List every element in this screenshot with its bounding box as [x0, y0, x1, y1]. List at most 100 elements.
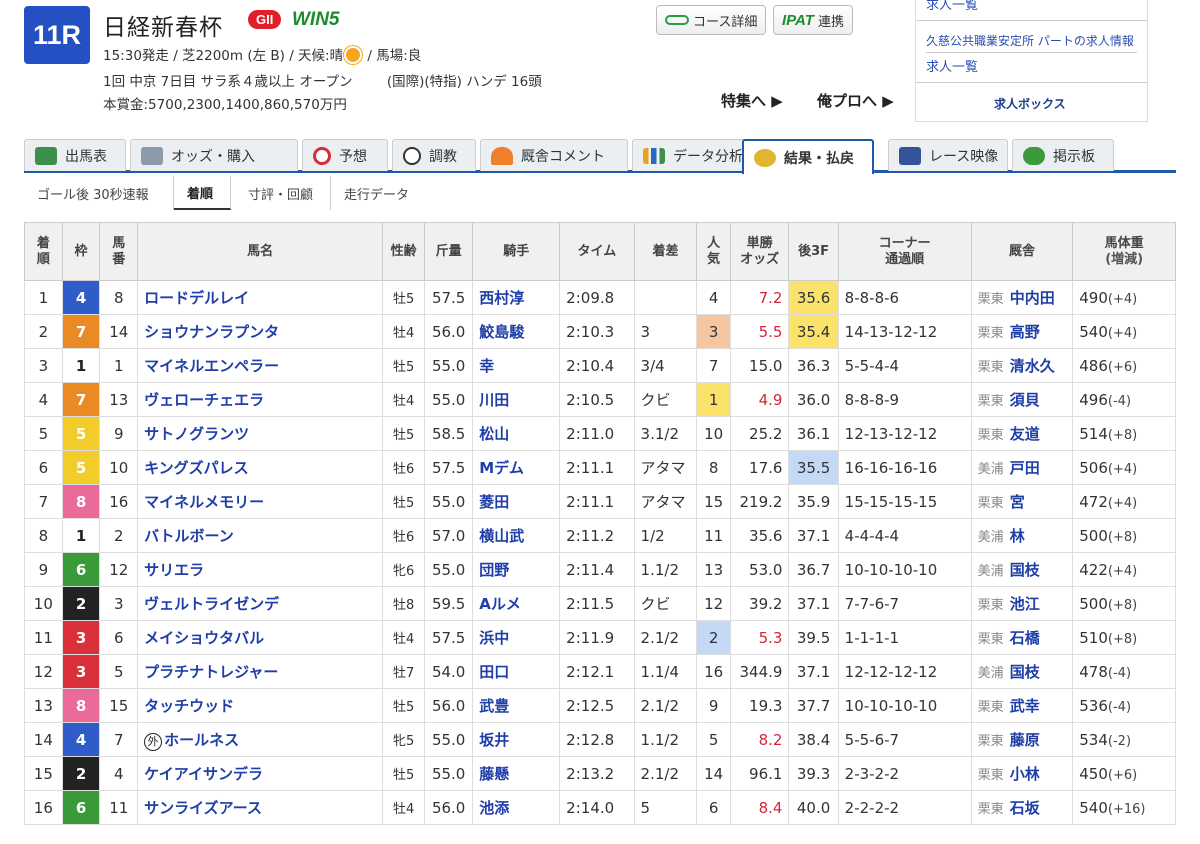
race-header: 11R 日経新春杯 GII WIN5 15:30発走 / 芝2200m (左 B…	[0, 0, 1200, 136]
jockey-link[interactable]: 池添	[479, 799, 509, 817]
subtab-finish-order[interactable]: 着順	[174, 176, 231, 210]
header-corner[interactable]: コーナー 通過順	[837, 222, 972, 281]
horse-number-cell: 6	[99, 620, 139, 655]
body-weight-cell: 510(+8)	[1072, 620, 1176, 655]
trainer-link[interactable]: 戸田	[1010, 459, 1040, 477]
horse-name-link[interactable]: ヴェルトライゼンデ	[144, 595, 279, 613]
tab-race-video[interactable]: レース映像	[888, 139, 1008, 171]
horse-name-link[interactable]: ホールネス	[164, 731, 239, 749]
ad-list-link-top[interactable]: 求人一覧	[926, 0, 978, 13]
header-num[interactable]: 馬番	[99, 222, 139, 281]
header-sex-age[interactable]: 性齢	[382, 222, 426, 281]
horse-name-link[interactable]: マイネルエンペラー	[144, 357, 279, 375]
trainer-link[interactable]: 武幸	[1010, 697, 1040, 715]
course-detail-button[interactable]: コース詳細	[656, 5, 767, 35]
horse-name-link[interactable]: ロードデルレイ	[144, 289, 249, 307]
trainer-link[interactable]: 友道	[1010, 425, 1040, 443]
jockey-link[interactable]: 菱田	[479, 493, 509, 511]
header-odds[interactable]: 単勝 オッズ	[729, 222, 790, 281]
body-weight-diff: (+8)	[1107, 529, 1138, 545]
horse-name-link[interactable]: サンライズアース	[144, 799, 262, 817]
horse-name-link[interactable]: タッチウッド	[144, 697, 234, 715]
trainer-link[interactable]: 高野	[1010, 323, 1040, 341]
horse-name-link[interactable]: ヴェローチェエラ	[144, 391, 264, 409]
trainer-link[interactable]: 須貝	[1010, 391, 1040, 409]
trainer-link[interactable]: 石橋	[1010, 629, 1040, 647]
jockey-link[interactable]: 川田	[479, 391, 509, 409]
jockey-link[interactable]: 団野	[479, 561, 509, 579]
tab-prediction[interactable]: 予想	[302, 139, 388, 171]
horse-name-link[interactable]: キングズパレス	[144, 459, 249, 477]
header-rank[interactable]: 着順	[24, 222, 63, 281]
trainer-link[interactable]: 池江	[1010, 595, 1040, 613]
ad-title-link[interactable]: 久慈公共職業安定所 パートの求人情報	[926, 32, 1134, 49]
jockey-link[interactable]: Aルメ	[479, 595, 521, 613]
horse-name-link[interactable]: プラチナトレジャー	[144, 663, 278, 681]
job-box-logo[interactable]: 求人ボックス	[994, 95, 1066, 112]
jockey-link[interactable]: 田口	[479, 663, 509, 681]
trainer-link[interactable]: 小林	[1010, 765, 1040, 783]
tab-odds-purchase[interactable]: オッズ・購入	[130, 139, 298, 171]
horse-name-link[interactable]: マイネルメモリー	[144, 493, 264, 511]
trainer-link[interactable]: 藤原	[1010, 731, 1040, 749]
pro-link[interactable]: 俺プロへ ▶	[817, 90, 894, 111]
win5-logo[interactable]: WIN5	[292, 9, 340, 31]
header-jockey[interactable]: 騎手	[472, 222, 561, 281]
trainer-link[interactable]: 宮	[1010, 493, 1025, 511]
tab-stable-comment[interactable]: 厩舎コメント	[480, 139, 628, 171]
horse-name-link[interactable]: サリエラ	[144, 561, 204, 579]
jockey-link[interactable]: 藤懸	[479, 765, 509, 783]
subtab-quick[interactable]: ゴール後 30秒速報	[24, 176, 174, 210]
jockey-link[interactable]: Mデム	[479, 459, 524, 477]
jockey-link[interactable]: 横山武	[479, 527, 524, 545]
trainer-link[interactable]: 石坂	[1010, 799, 1040, 817]
header-margin[interactable]: 着差	[633, 222, 698, 281]
trainer-link[interactable]: 清水久	[1010, 357, 1055, 375]
tab-results-payout[interactable]: 結果・払戻	[742, 139, 874, 174]
tab-entries[interactable]: 出馬表	[24, 139, 126, 171]
last3f-cell: 36.0	[788, 382, 839, 417]
ad-list-link[interactable]: 求人一覧	[926, 56, 978, 75]
trainer-link[interactable]: 林	[1010, 527, 1025, 545]
jockey-link[interactable]: 浜中	[479, 629, 509, 647]
jockey-link[interactable]: 鮫島駿	[479, 323, 524, 341]
jockey-cell: 鮫島駿	[472, 314, 561, 349]
horse-name-link[interactable]: ショウナンラプンタ	[144, 323, 279, 341]
jockey-link[interactable]: 幸	[479, 357, 494, 375]
header-horse-name[interactable]: 馬名	[137, 222, 384, 281]
tab-training[interactable]: 調教	[392, 139, 476, 171]
jockey-link[interactable]: 坂井	[479, 731, 509, 749]
horse-name-cell: ショウナンラプンタ	[137, 314, 384, 349]
feature-link[interactable]: 特集へ ▶	[721, 90, 783, 111]
ipat-link-button[interactable]: IPAT 連携	[773, 5, 853, 35]
trainer-link[interactable]: 国枝	[1010, 561, 1040, 579]
header-weight-carried[interactable]: 斤量	[424, 222, 474, 281]
horse-name-link[interactable]: ケイアイサンデラ	[144, 765, 263, 783]
horse-name-link[interactable]: サトノグランツ	[144, 425, 249, 443]
header-stable[interactable]: 厩舎	[970, 222, 1074, 281]
header-time[interactable]: タイム	[559, 222, 635, 281]
time-cell: 2:12.8	[559, 722, 635, 757]
trainer-link[interactable]: 国枝	[1010, 663, 1040, 681]
header-body-weight[interactable]: 馬体重 (増減)	[1072, 222, 1176, 281]
region-label: 栗東	[977, 700, 1004, 715]
horse-name-link[interactable]: バトルボーン	[144, 527, 234, 545]
subtab-review[interactable]: 寸評・回顧	[235, 176, 331, 210]
header-waku[interactable]: 枠	[61, 222, 101, 281]
weight-carried-cell: 55.0	[424, 348, 474, 383]
time-cell: 2:13.2	[559, 756, 635, 791]
tab-bbs[interactable]: 掲示板	[1012, 139, 1114, 171]
header-last3f[interactable]: 後3F	[788, 222, 839, 281]
header-popularity[interactable]: 人気	[696, 222, 731, 281]
horse-name-link[interactable]: メイショウタバル	[144, 629, 264, 647]
jockey-link[interactable]: 松山	[479, 425, 509, 443]
weight-carried-cell: 54.0	[424, 654, 474, 689]
trainer-link[interactable]: 中内田	[1010, 289, 1055, 307]
margin-cell: クビ	[633, 382, 698, 417]
ad-divider	[916, 82, 1147, 83]
jockey-link[interactable]: 武豊	[479, 697, 509, 715]
waku-cell: 8	[61, 484, 101, 519]
subtab-run-data[interactable]: 走行データ	[331, 176, 427, 210]
jockey-link[interactable]: 西村淳	[479, 289, 524, 307]
region-label: 栗東	[977, 768, 1004, 783]
